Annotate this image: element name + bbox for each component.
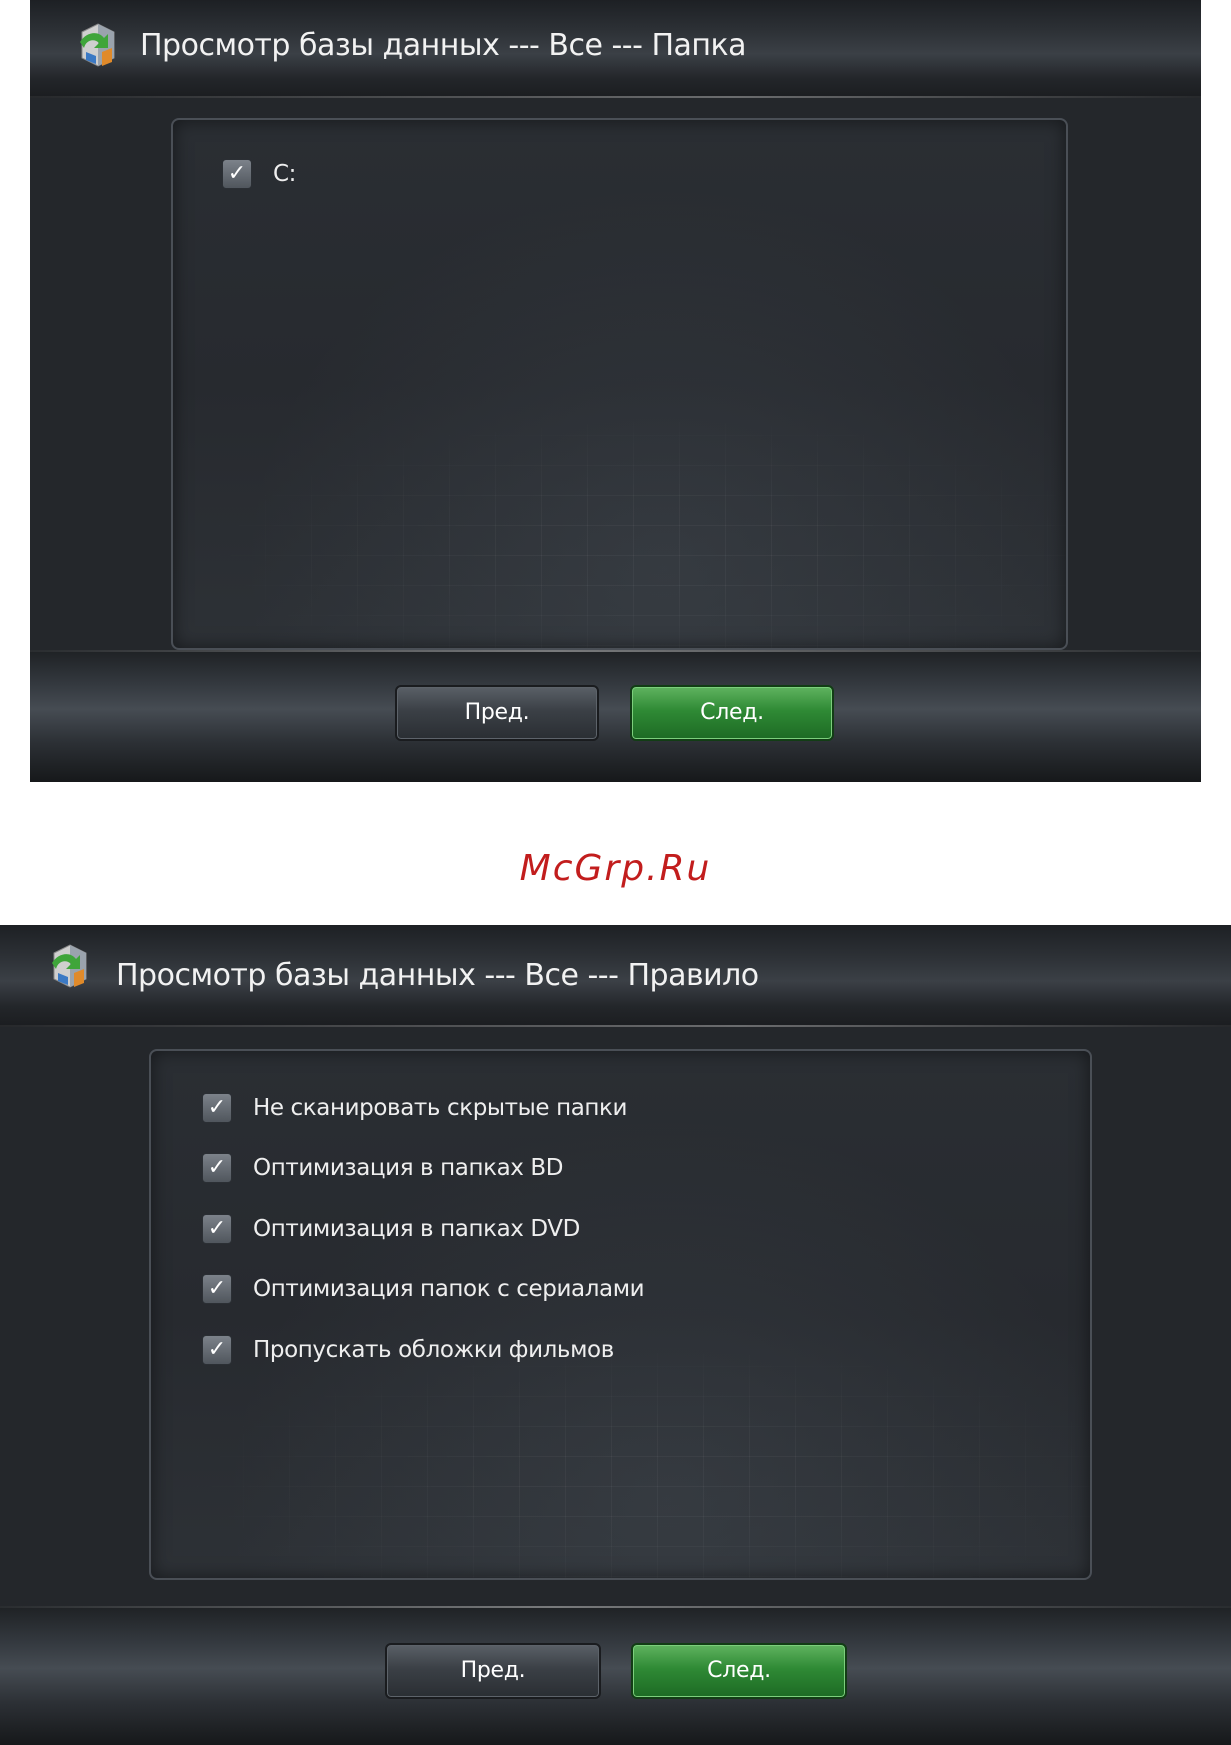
page-title: Просмотр базы данных --- Все --- Папка [140,28,747,63]
page-title: Просмотр базы данных --- Все --- Правило [116,958,759,993]
rule-label: Оптимизация в папках BD [253,1155,564,1181]
list-item[interactable]: ✓ C: [222,159,296,189]
folder-list-panel: ✓ C: [171,118,1068,650]
prev-button[interactable]: Пред. [385,1643,601,1699]
media-library-icon [52,944,87,988]
rules-panel: ✓ Не сканировать скрытые папки ✓ Оптимиз… [149,1049,1092,1580]
bottom-bar: Пред. След. [0,1606,1231,1745]
bottom-bar: Пред. След. [30,650,1201,782]
prev-button[interactable]: Пред. [395,685,599,741]
next-button[interactable]: След. [630,685,834,741]
rule-label: Пропускать обложки фильмов [253,1337,614,1363]
checkmark-icon: ✓ [207,1216,227,1241]
rule-label: Не сканировать скрытые папки [253,1095,628,1121]
rule-label: Оптимизация папок с сериалами [253,1276,645,1302]
checkmark-icon: ✓ [207,1337,227,1362]
list-item[interactable]: ✓ Не сканировать скрытые папки [202,1093,627,1123]
panel-grid-decoration [173,405,1066,648]
title-bar: Просмотр базы данных --- Все --- Папка [30,0,1201,98]
list-item[interactable]: ✓ Оптимизация в папках BD [202,1153,563,1183]
checkmark-icon: ✓ [207,1155,227,1180]
database-view-folder-screen: Просмотр базы данных --- Все --- Папка ✓… [30,0,1201,782]
list-item[interactable]: ✓ Пропускать обложки фильмов [202,1335,614,1365]
rule-label: Оптимизация в папках DVD [253,1216,580,1242]
checkbox[interactable]: ✓ [202,1093,232,1123]
media-library-icon [80,23,115,67]
panel-grid-decoration [151,1335,1090,1578]
checkmark-icon: ✓ [227,161,247,186]
site-watermark: McGrp.Ru [519,848,712,889]
next-button[interactable]: След. [631,1643,847,1699]
checkbox[interactable]: ✓ [202,1274,232,1304]
checkbox[interactable]: ✓ [202,1214,232,1244]
checkbox[interactable]: ✓ [222,159,252,189]
checkmark-icon: ✓ [207,1276,227,1301]
checkbox[interactable]: ✓ [202,1335,232,1365]
list-item[interactable]: ✓ Оптимизация в папках DVD [202,1214,580,1244]
checkbox[interactable]: ✓ [202,1153,232,1183]
database-view-rules-screen: Просмотр базы данных --- Все --- Правило… [0,925,1231,1745]
folder-label: C: [273,161,297,187]
list-item[interactable]: ✓ Оптимизация папок с сериалами [202,1274,645,1304]
checkmark-icon: ✓ [207,1095,227,1120]
title-bar: Просмотр базы данных --- Все --- Правило [0,925,1231,1027]
